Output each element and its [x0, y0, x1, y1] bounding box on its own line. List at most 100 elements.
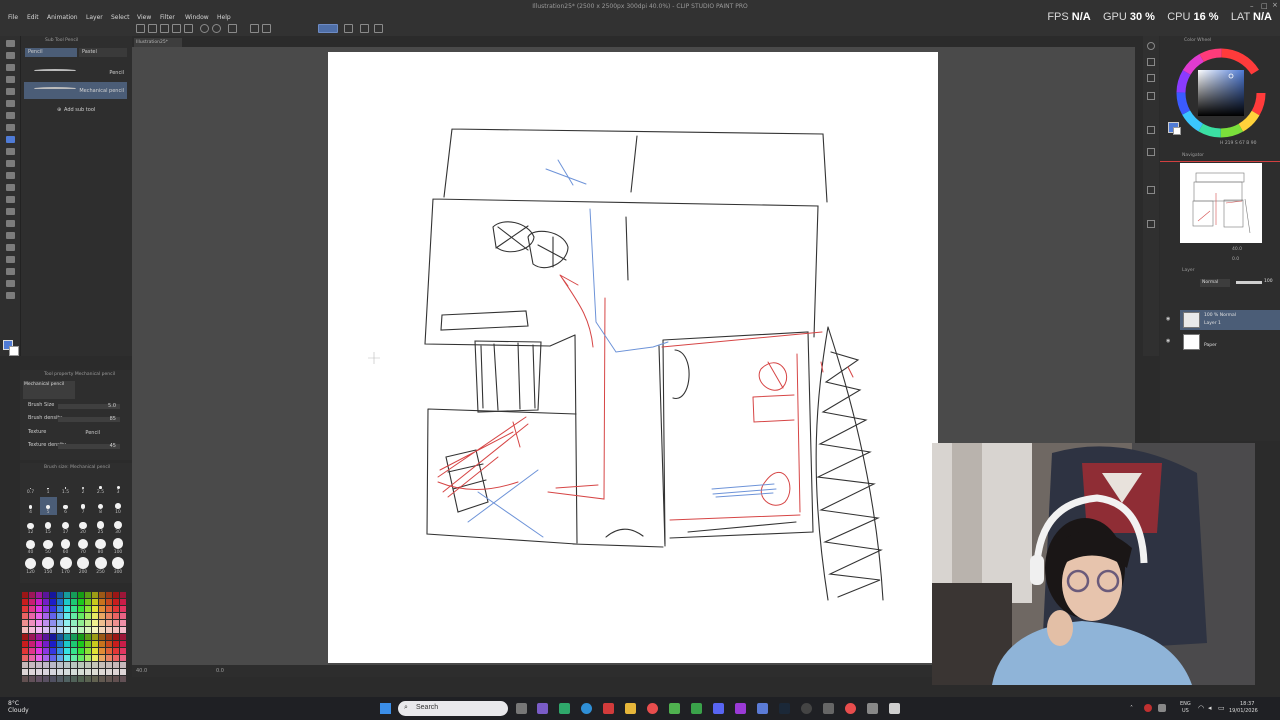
color-swatch[interactable]	[113, 592, 119, 598]
color-swatch[interactable]	[92, 641, 98, 647]
minimize-icon[interactable]: –	[1250, 2, 1254, 10]
new-file-icon[interactable]	[136, 24, 145, 33]
tab-pencil[interactable]: Pencil	[25, 48, 77, 57]
color-swatch[interactable]	[36, 669, 42, 675]
brush-size-option[interactable]: 250	[92, 557, 109, 575]
color-swatch[interactable]	[120, 613, 126, 619]
add-subtool-button[interactable]: Add sub tool	[64, 107, 95, 113]
color-swatch[interactable]	[22, 648, 28, 654]
eyedropper-tool-icon[interactable]	[6, 112, 15, 119]
brush-item-pencil[interactable]: Pencil	[24, 64, 127, 81]
blend-tool-icon[interactable]	[6, 196, 15, 203]
color-swatch[interactable]	[43, 592, 49, 598]
color-swatch[interactable]	[78, 669, 84, 675]
color-swatch[interactable]	[64, 613, 70, 619]
texture-select[interactable]: Texture Pencil	[28, 429, 128, 438]
visibility-eye-icon[interactable]: ◉	[1166, 316, 1170, 322]
color-swatch[interactable]	[71, 648, 77, 654]
color-swatch[interactable]	[92, 613, 98, 619]
wifi-icon[interactable]: ◠	[1198, 704, 1204, 712]
color-swatch[interactable]	[78, 648, 84, 654]
brush-size-slider[interactable]: Brush Size 5.0	[28, 402, 128, 411]
color-swatch[interactable]	[106, 662, 112, 668]
undo-icon[interactable]	[200, 24, 209, 33]
color-swatch[interactable]	[106, 641, 112, 647]
rotation-readout[interactable]: 0.0	[216, 668, 224, 674]
color-swatch[interactable]	[71, 606, 77, 612]
color-swatch[interactable]	[22, 620, 28, 626]
clock-time[interactable]: 18:37	[1240, 701, 1254, 707]
app-icon[interactable]	[559, 703, 570, 714]
color-swatch[interactable]	[99, 599, 105, 605]
color-swatch[interactable]	[113, 669, 119, 675]
color-swatch[interactable]	[50, 669, 56, 675]
color-swatch[interactable]	[50, 634, 56, 640]
sub-color-chip[interactable]	[1173, 127, 1181, 135]
color-swatch[interactable]	[120, 648, 126, 654]
color-swatch[interactable]	[36, 627, 42, 633]
close-icon[interactable]: ×	[1272, 1, 1278, 9]
redo-icon[interactable]	[212, 24, 221, 33]
color-swatch[interactable]	[113, 599, 119, 605]
color-swatch[interactable]	[78, 606, 84, 612]
color-swatch[interactable]	[71, 641, 77, 647]
pencil-tool-icon[interactable]	[6, 136, 15, 143]
settings-gear-icon[interactable]	[823, 703, 834, 714]
color-swatch[interactable]	[57, 641, 63, 647]
color-swatch[interactable]	[57, 606, 63, 612]
brush-size-option[interactable]: 5	[39, 497, 57, 515]
color-swatch[interactable]	[50, 641, 56, 647]
color-swatch[interactable]	[50, 655, 56, 661]
color-swatch[interactable]	[78, 634, 84, 640]
color-swatch[interactable]	[78, 592, 84, 598]
color-swatch[interactable]	[22, 655, 28, 661]
color-swatch[interactable]	[57, 655, 63, 661]
color-swatch[interactable]	[106, 634, 112, 640]
color-swatch[interactable]	[43, 648, 49, 654]
color-swatch[interactable]	[43, 641, 49, 647]
color-swatch[interactable]	[120, 606, 126, 612]
brush-size-option[interactable]: 0.7	[22, 477, 39, 495]
color-swatch[interactable]	[29, 627, 35, 633]
text-tool-icon[interactable]	[6, 268, 15, 275]
layer-move-tool-icon[interactable]	[6, 76, 15, 83]
ruler-tool-icon[interactable]	[6, 256, 15, 263]
color-swatch[interactable]	[113, 620, 119, 626]
color-swatch[interactable]	[120, 641, 126, 647]
color-swatch[interactable]	[36, 592, 42, 598]
edge-browser-icon[interactable]	[581, 703, 592, 714]
operation-tool-icon[interactable]	[6, 64, 15, 71]
color-swatch[interactable]	[78, 627, 84, 633]
color-swatch[interactable]	[71, 620, 77, 626]
opacity-slider[interactable]	[1236, 281, 1262, 284]
color-swatch[interactable]	[57, 613, 63, 619]
blend-mode-select[interactable]: Normal	[1200, 279, 1230, 287]
selection-icon[interactable]	[262, 24, 271, 33]
color-swatch[interactable]	[78, 613, 84, 619]
color-swatch[interactable]	[71, 627, 77, 633]
color-swatch[interactable]	[92, 655, 98, 661]
export-icon[interactable]	[172, 24, 181, 33]
app-icon[interactable]	[757, 703, 768, 714]
color-swatch[interactable]	[64, 676, 70, 682]
tray-app-icon[interactable]	[1158, 704, 1166, 712]
color-swatch[interactable]	[92, 662, 98, 668]
color-swatch[interactable]	[64, 606, 70, 612]
color-swatch[interactable]	[85, 641, 91, 647]
texture-density-slider[interactable]: Texture density 45	[28, 442, 128, 451]
fill-tool-icon[interactable]	[6, 208, 15, 215]
color-swatch[interactable]	[85, 676, 91, 682]
brush-size-option[interactable]: 80	[92, 537, 109, 555]
auto-select-tool-icon[interactable]	[6, 100, 15, 107]
color-swatch[interactable]	[71, 634, 77, 640]
color-swatch[interactable]	[85, 634, 91, 640]
color-swatch[interactable]	[29, 592, 35, 598]
brush-size-option[interactable]: 8	[92, 497, 109, 515]
brush-size-option[interactable]: 1.5	[57, 477, 74, 495]
color-swatch[interactable]	[113, 648, 119, 654]
color-swatch[interactable]	[50, 662, 56, 668]
brush-size-option[interactable]: 50	[40, 537, 57, 555]
color-swatch[interactable]	[92, 592, 98, 598]
sub-view-tab-icon[interactable]	[1147, 148, 1155, 156]
color-swatch[interactable]	[29, 662, 35, 668]
